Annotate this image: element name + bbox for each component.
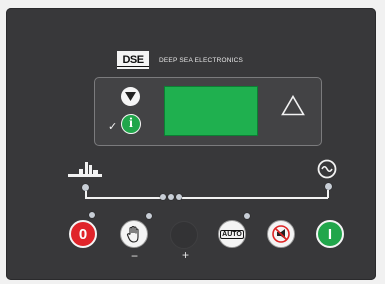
manual-button[interactable] [120,220,148,248]
auto-button[interactable]: AUTO [218,220,246,248]
plus-label: + [182,248,190,262]
stop-mode-led [89,212,95,218]
start-button[interactable]: I [316,220,344,248]
info-button[interactable]: i [121,114,141,134]
brand-logo: DSE [117,51,149,69]
display-bezel: ✓ i [94,77,322,146]
mimic-line-left [85,197,161,199]
stop-button[interactable]: 0 [69,220,97,248]
generator-icon [317,159,337,179]
mimic-line-right [182,197,328,199]
mains-breaker-led [160,194,166,200]
brand-name: DEEP SEA ELECTRONICS [159,56,244,64]
generator-breaker-led [176,194,182,200]
checkmark-icon: ✓ [108,121,118,133]
scroll-down-button[interactable] [121,87,140,106]
manual-mode-led [146,213,152,219]
mimic-line-right-vertical [327,190,329,198]
mute-button[interactable] [267,220,295,248]
control-panel: DSE DEEP SEA ELECTRONICS ✓ i 0 − + AUTO … [6,8,376,280]
hand-icon [126,225,139,243]
plus-button[interactable] [170,221,198,249]
load-led [168,194,174,200]
down-triangle-icon [125,92,136,101]
minus-label: − [131,249,139,263]
mains-available-led [82,184,89,191]
brand: DSE DEEP SEA ELECTRONICS [117,51,243,69]
auto-label: AUTO [220,229,244,239]
auto-mode-led [244,213,250,219]
generator-available-led [325,183,332,190]
lcd-screen [164,86,258,136]
mains-supply-icon [68,162,102,177]
mute-horn-icon [272,225,290,243]
warning-triangle-icon [281,94,305,121]
